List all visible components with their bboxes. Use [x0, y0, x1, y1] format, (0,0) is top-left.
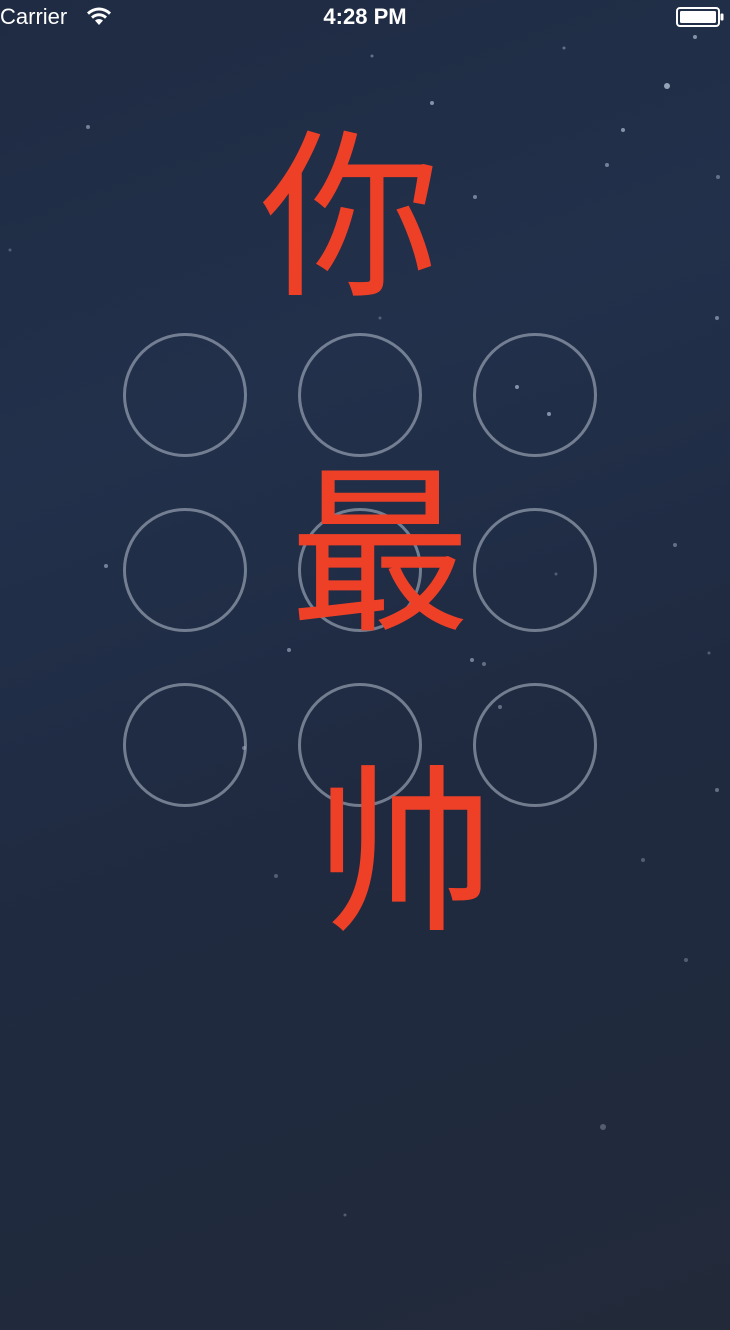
- lock-node-4[interactable]: [123, 508, 247, 632]
- lock-node-3[interactable]: [473, 333, 597, 457]
- lock-node-2[interactable]: [298, 333, 422, 457]
- overlay-char-ni: 你: [259, 115, 440, 324]
- overlay-char-shuai: 帅: [314, 750, 495, 959]
- overlay-char-zui: 最: [289, 450, 470, 659]
- lock-node-1[interactable]: [123, 333, 247, 457]
- lock-node-6[interactable]: [473, 508, 597, 632]
- lock-node-7[interactable]: [123, 683, 247, 807]
